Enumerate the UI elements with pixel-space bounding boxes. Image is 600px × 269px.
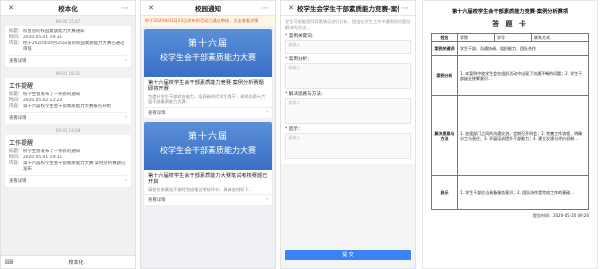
card-title: 工作提醒	[9, 140, 34, 147]
notification-card[interactable]: 标题： 校直直的校园素质能力大赛通知 时间： 2020.05.01 19:31 内容…	[5, 26, 131, 67]
phone-campus-notices: ✕ 校园通知 ⋯ 你于2020年03月03日发布的活动已通过审核，点击查看详情 …	[140, 0, 276, 269]
table-cell: 姓名	[431, 33, 458, 42]
page-title: 校本化	[58, 5, 78, 13]
notification-card[interactable]: 工作提醒 标题： 校学生会发布了一条新的通知 时间： 2020.05.02 12:2…	[5, 78, 131, 124]
page-title: 校园通知	[195, 5, 221, 13]
chevron-right-icon: ›	[266, 197, 268, 202]
page-title: 校学生会学生干部素质能力竞赛-案例分析	[297, 5, 399, 13]
time-separator: 09-01 19:31	[55, 71, 81, 76]
time-separator: 09-01 14:08	[55, 128, 81, 133]
close-icon[interactable]: ✕	[5, 4, 17, 12]
form-intro: 学生可根据案例背景情况进行分析，提出在学生工作中遇到的问题及解决的办法...	[285, 19, 411, 30]
view-details-link[interactable]: 查看详情 ›	[144, 106, 272, 118]
analysis-field[interactable]: 请输入	[285, 63, 411, 89]
table-cell: 1. 本案例中校学生会在组织活动中出现了沟通不畅的问题；2. 学生干部缺乏统筹意…	[457, 55, 589, 96]
chevron-right-icon: ›	[125, 178, 127, 183]
notification-card[interactable]: 工作提醒 标题： 校学生会发布了一条新的通知 时间： 2020.05.01 19:3…	[5, 135, 131, 187]
field-label: * 解决思路与方法：	[285, 92, 326, 97]
field-label: * 案例关键词：	[285, 34, 317, 39]
bottom-menu-label[interactable]: 校本化	[17, 259, 135, 266]
table-cell: 学院	[457, 33, 495, 42]
submit-button[interactable]: 提 交	[285, 250, 411, 260]
banner-line-2: 校学生会干部素质能力大赛	[160, 145, 256, 155]
more-label: 查看详情	[148, 110, 166, 116]
row-key: 内容：	[9, 161, 23, 166]
table-cell: 1. 学生干部应当具备服务意识；2. 团队协作是完成工作的基础...	[457, 175, 589, 210]
table-cell: 解决思路与方法	[431, 95, 458, 176]
more-label: 查看详情	[9, 179, 27, 184]
keywords-field[interactable]: 请输入	[285, 40, 411, 54]
case-form: 学生可根据案例背景情况进行分析，提出在学生工作中遇到的问题及解决的办法... *…	[281, 16, 415, 164]
view-details-link[interactable]: 查看详情 ›	[144, 194, 272, 205]
field-label: * 案例分析：	[285, 57, 312, 62]
view-details-link[interactable]: 查看详情 ›	[9, 175, 127, 184]
phone-case-form: ✕ 校学生会学生干部素质能力竞赛-案例分析 ⋯ 学生可根据案例背景情况进行分析，…	[280, 0, 416, 269]
table-cell: 学生干部、沟通协调、组织能力、团队合作	[457, 41, 589, 56]
more-label: 查看详情	[9, 116, 27, 121]
news-card[interactable]: 第十六届 校学生会干部素质能力大赛 第十六届校学生会干部素质能力竞赛·案例分析赛…	[144, 28, 272, 118]
table-row: 案例关键词 学生干部、沟通协调、组织能力、团队合作	[431, 41, 589, 56]
top-bar: ✕ 校本化 ⋯	[1, 1, 135, 16]
view-details-link[interactable]: 查看详情 ›	[9, 55, 127, 64]
chevron-right-icon: ›	[266, 109, 268, 115]
table-row: 姓名 学院 学号 联系方式	[431, 33, 590, 42]
row-key: 内容：	[9, 41, 23, 46]
answer-table: 姓名 学院 学号 联系方式 案例关键词 学生干部、沟通协调、组织能力、团队合作 …	[431, 33, 590, 210]
more-icon[interactable]: ⋯	[399, 4, 411, 12]
table-cell: 启示	[431, 175, 458, 210]
answer-sheet-document: 第十六届校学生会干部素质能力竞赛·案例分析赛项 答 题 卡 姓名 学院 学号 联…	[422, 0, 598, 269]
news-banner: 第十六届 校学生会干部素质能力大赛	[144, 121, 272, 170]
row-key: 内容：	[9, 104, 23, 109]
bottom-bar: ⌨ 校本化	[1, 255, 135, 268]
table-row: 启示 1. 学生干部应当具备服务意识；2. 团队协作是完成工作的基础...	[431, 175, 589, 210]
table-row: 案例分析 1. 本案例中校学生会在组织活动中出现了沟通不畅的问题；2. 学生干部…	[431, 55, 589, 96]
chevron-right-icon: ›	[125, 58, 127, 63]
insight-field[interactable]: 请输入	[285, 133, 411, 159]
table-row: 解决思路与方法 1. 加强部门之间的沟通交流，定期召开例会；2. 完善工作流程，…	[431, 95, 589, 176]
close-icon[interactable]: ✕	[145, 4, 157, 12]
banner-line-1: 第十六届	[187, 131, 228, 142]
top-bar: ✕ 校园通知 ⋯	[141, 1, 275, 16]
banner-line-2: 校学生会干部素质能力大赛	[160, 52, 256, 62]
close-icon[interactable]: ✕	[285, 4, 297, 12]
submit-time: 提交时间：2020-05-20 09:26	[532, 213, 589, 218]
banner-line-1: 第十六届	[187, 38, 228, 49]
field-label: * 启示：	[285, 127, 303, 132]
chevron-right-icon: ›	[125, 115, 127, 120]
table-cell: 学号	[493, 33, 532, 42]
top-bar: ✕ 校学生会学生干部素质能力竞赛-案例分析 ⋯	[281, 1, 415, 16]
table-cell: 联系方式	[530, 33, 590, 42]
more-icon[interactable]: ⋯	[259, 4, 271, 12]
news-card[interactable]: 第十六届 校学生会干部素质能力大赛 第十六届校学生会干部素质能力大赛笔试考核赛题…	[144, 121, 272, 205]
news-desc: 请各位参赛选手按时完成笔试考核环节，具体安排如下...	[148, 186, 253, 192]
table-cell: 案例分析	[431, 55, 458, 96]
table-cell: 1. 加强部门之间的沟通交流，定期召开例会；2. 完善工作流程，明确分工与责任；…	[457, 95, 589, 176]
row-value: 第十六届校学生会干部素质能力大赛·案例分析赛题已发布	[23, 161, 126, 172]
table-cell: 案例关键词	[431, 41, 458, 56]
news-desc: 为提升学生干部综合能力，培养新时代学生骨干，现举办第十六届干部素质能力大赛...	[148, 93, 266, 105]
more-label: 查看详情	[148, 198, 166, 203]
row-value: 第十六届校学生会干部素质能力大赛报名开始	[23, 104, 111, 109]
notice-strip[interactable]: 你于2020年03月03日发布的活动已通过审核，点击查看详情	[141, 16, 275, 26]
time-separator: 09-05 15:47	[55, 19, 81, 24]
phone-notifications: ✕ 校本化 ⋯ 09-05 15:47 标题： 校直直的校园素质能力大赛通知 时间…	[0, 0, 136, 269]
more-label: 查看详情	[9, 59, 27, 64]
row-value: 你于2020年04月25日发的校园素质能力大赛已通过审核	[23, 41, 125, 52]
view-details-link[interactable]: 查看详情 ›	[9, 112, 127, 121]
document-title: 第十六届校学生会干部素质能力竞赛·案例分析赛项	[451, 9, 569, 15]
solution-field[interactable]: 请输入	[285, 98, 411, 124]
keyboard-icon[interactable]: ⌨	[1, 259, 17, 266]
news-banner: 第十六届 校学生会干部素质能力大赛	[144, 28, 272, 77]
card-title: 工作提醒	[9, 83, 34, 90]
document-subtitle: 答 题 卡	[492, 20, 528, 28]
news-title: 第十六届校学生会干部素质能力大赛笔试考核赛题已开启	[148, 172, 268, 186]
more-icon[interactable]: ⋯	[119, 4, 131, 12]
news-title: 第十六届校学生会干部素质能力竞赛·案例分析赛题即将开赛	[148, 79, 264, 93]
